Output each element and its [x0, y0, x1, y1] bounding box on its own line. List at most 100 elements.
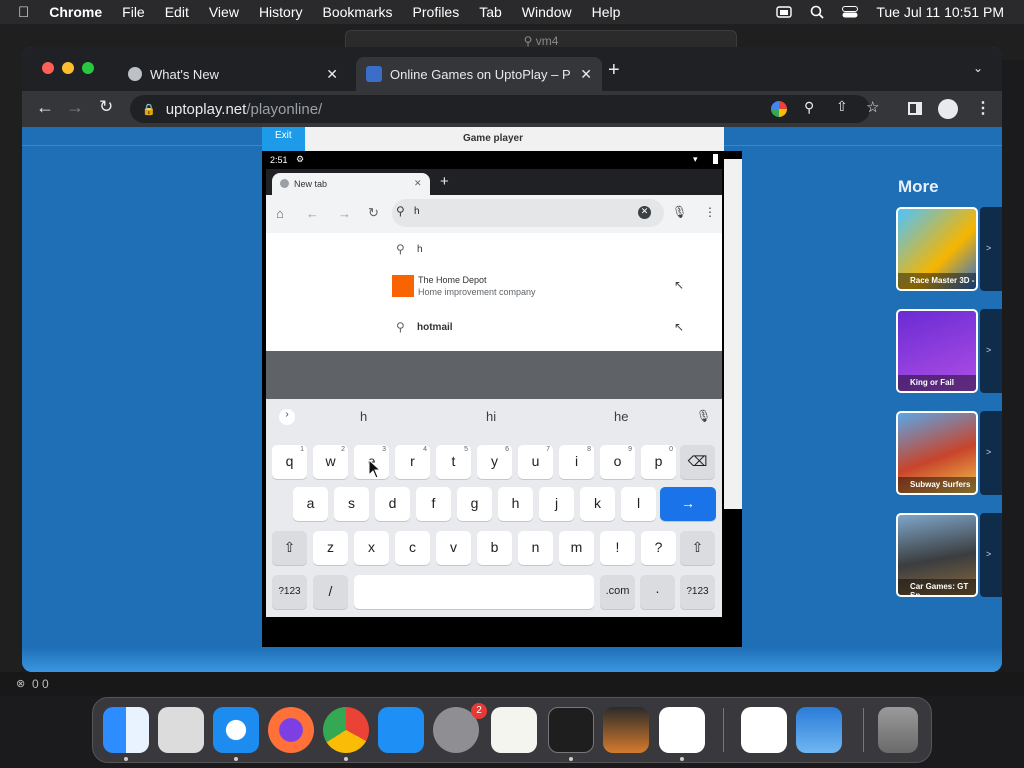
shift-key-left[interactable]: ⇧ [272, 531, 307, 565]
side-panel-icon[interactable] [908, 102, 922, 115]
spotlight-search-icon[interactable] [810, 5, 824, 19]
zoom-icon[interactable]: ⚲ [804, 99, 814, 116]
window-close-button[interactable] [42, 62, 54, 74]
key-o[interactable]: o9 [600, 445, 635, 479]
menu-tab[interactable]: Tab [479, 4, 502, 20]
terminal-icon[interactable] [548, 707, 594, 753]
reload-icon[interactable]: ↻ [99, 97, 113, 117]
share-icon[interactable]: ⇧ [836, 98, 848, 115]
bookmark-star-icon[interactable]: ☆ [866, 98, 879, 116]
symbols-key[interactable]: ?123 [272, 575, 307, 609]
app-store-icon[interactable] [378, 707, 424, 753]
enter-key[interactable]: → [660, 487, 716, 521]
prediction-1[interactable]: h [360, 409, 367, 424]
dotcom-key[interactable]: .com [600, 575, 635, 609]
menu-help[interactable]: Help [592, 4, 621, 20]
key-question[interactable]: ? [641, 531, 676, 565]
android-tab-new-tab[interactable]: New tab ✕ [272, 173, 430, 197]
close-tab-icon[interactable]: ✕ [414, 178, 422, 189]
game-card-king-or-fail[interactable]: King or Fail [896, 309, 978, 393]
window-zoom-button[interactable] [82, 62, 94, 74]
key-t[interactable]: t5 [436, 445, 471, 479]
key-a[interactable]: a [293, 487, 328, 521]
key-i[interactable]: i8 [559, 445, 594, 479]
symbols-key-right[interactable]: ?123 [680, 575, 715, 609]
tab-whats-new[interactable]: What's New ✕ [118, 57, 348, 91]
game-card-peek[interactable]: > [980, 309, 1002, 393]
garageband-icon[interactable] [603, 707, 649, 753]
key-x[interactable]: x [354, 531, 389, 565]
fill-arrow-icon[interactable]: ↖ [674, 320, 684, 334]
key-g[interactable]: g [457, 487, 492, 521]
menu-window[interactable]: Window [522, 4, 572, 20]
menu-app-name[interactable]: Chrome [49, 4, 102, 20]
suggestion-home-depot[interactable]: The Home Depot Home improvement company … [266, 265, 722, 311]
menu-edit[interactable]: Edit [165, 4, 189, 20]
forward-arrow-icon[interactable]: → [66, 97, 84, 118]
clear-icon[interactable]: ✕ [638, 206, 651, 219]
apple-icon[interactable]:  [18, 4, 29, 21]
key-z[interactable]: z [313, 531, 348, 565]
key-s[interactable]: s [334, 487, 369, 521]
emulator-screen[interactable]: 2:51 ⚙ ▾ New tab ✕ + ⌂ ← → ↻ ⚲ h ✕ 🎙 ⋮ ⚲… [262, 151, 742, 647]
menu-history[interactable]: History [259, 4, 303, 20]
key-n[interactable]: n [518, 531, 553, 565]
key-d[interactable]: d [375, 487, 410, 521]
trash-icon[interactable] [878, 707, 918, 753]
key-w[interactable]: w2 [313, 445, 348, 479]
key-u[interactable]: u7 [518, 445, 553, 479]
expand-chevron-icon[interactable]: › [279, 409, 295, 425]
backspace-key[interactable]: ⌫ [680, 445, 715, 479]
key-f[interactable]: f [416, 487, 451, 521]
menu-profiles[interactable]: Profiles [413, 4, 460, 20]
key-b[interactable]: b [477, 531, 512, 565]
home-icon[interactable]: ⌂ [276, 206, 284, 221]
firefox-icon[interactable] [268, 707, 314, 753]
weather-icon[interactable] [796, 707, 842, 753]
key-y[interactable]: y6 [477, 445, 512, 479]
kebab-menu-icon[interactable]: ⋮ [975, 98, 991, 118]
key-q[interactable]: q1 [272, 445, 307, 479]
key-r[interactable]: r4 [395, 445, 430, 479]
microphone-icon[interactable]: 🎙 [696, 409, 711, 423]
game-card-race-master[interactable]: Race Master 3D - [896, 207, 978, 291]
kebab-menu-icon[interactable]: ⋮ [704, 205, 716, 219]
key-k[interactable]: k [580, 487, 615, 521]
window-minimize-button[interactable] [62, 62, 74, 74]
game-card-peek[interactable]: > [980, 411, 1002, 495]
slash-key[interactable]: / [313, 575, 348, 609]
period-key[interactable]: · [640, 575, 675, 609]
finder-icon[interactable] [103, 707, 149, 753]
back-arrow-icon[interactable]: ← [36, 97, 54, 118]
key-p[interactable]: p0 [641, 445, 676, 479]
game-card-peek[interactable]: > [980, 513, 1002, 597]
game-card-peek[interactable]: > [980, 207, 1002, 291]
key-m[interactable]: m [559, 531, 594, 565]
forward-arrow-icon[interactable]: → [338, 206, 351, 221]
chrome-icon[interactable] [323, 707, 369, 753]
new-tab-icon[interactable]: + [608, 59, 620, 82]
close-tab-icon[interactable]: ✕ [326, 66, 338, 83]
fill-arrow-icon[interactable]: ↖ [674, 278, 684, 292]
game-card-subway-surfers[interactable]: Subway Surfers [896, 411, 978, 495]
control-center-icon[interactable] [842, 6, 859, 18]
key-v[interactable]: v [436, 531, 471, 565]
profile-avatar-icon[interactable] [938, 99, 958, 119]
menu-file[interactable]: File [122, 4, 145, 20]
suggestion-h[interactable]: ⚲ h [266, 233, 722, 265]
key-exclamation[interactable]: ! [600, 531, 635, 565]
key-c[interactable]: c [395, 531, 430, 565]
game-card-car-games[interactable]: Car Games: GT Sp [896, 513, 978, 597]
microphone-icon[interactable]: 🎙 [672, 205, 687, 219]
prediction-3[interactable]: he [614, 409, 628, 424]
shift-key-right[interactable]: ⇧ [680, 531, 715, 565]
vscode-icon[interactable] [659, 707, 705, 753]
suggestion-hotmail[interactable]: ⚲ hotmail ↖ [266, 311, 722, 347]
tab-uptoplay[interactable]: Online Games on UptoPlay – P ✕ [356, 57, 602, 91]
textedit-icon[interactable] [491, 707, 537, 753]
key-h[interactable]: h [498, 487, 533, 521]
launchpad-icon[interactable] [158, 707, 204, 753]
reload-icon[interactable]: ↻ [368, 205, 379, 221]
close-tab-icon[interactable]: ✕ [580, 66, 592, 83]
prediction-2[interactable]: hi [486, 409, 496, 424]
